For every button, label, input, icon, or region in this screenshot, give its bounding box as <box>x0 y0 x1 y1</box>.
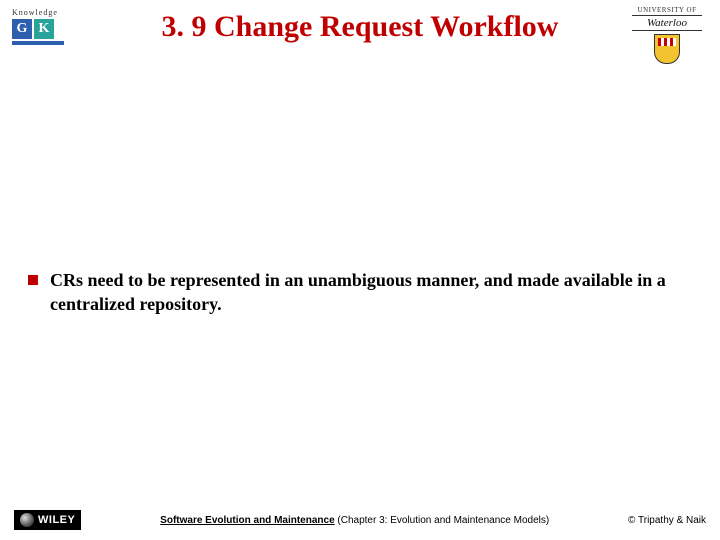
slide: Knowledge G K UNIVERSITY OF Waterloo 3. … <box>0 0 720 540</box>
footer-center: Software Evolution and Maintenance (Chap… <box>81 515 628 526</box>
wiley-logo: WILEY <box>14 510 81 530</box>
bullet-item: CRs need to be represented in an unambig… <box>28 268 700 317</box>
footer-subtitle: (Chapter 3: Evolution and Maintenance Mo… <box>335 515 550 526</box>
slide-body: CRs need to be represented in an unambig… <box>28 268 700 317</box>
slide-title: 3. 9 Change Request Workflow <box>0 10 720 44</box>
footer-copyright: © Tripathy & Naik <box>628 515 706 526</box>
footer-title: Software Evolution and Maintenance <box>160 515 334 526</box>
wiley-orb-icon <box>20 513 34 527</box>
wiley-name: WILEY <box>38 514 75 526</box>
bullet-icon <box>28 275 38 285</box>
bullet-text: CRs need to be represented in an unambig… <box>50 268 700 317</box>
slide-footer: WILEY Software Evolution and Maintenance… <box>14 510 706 530</box>
